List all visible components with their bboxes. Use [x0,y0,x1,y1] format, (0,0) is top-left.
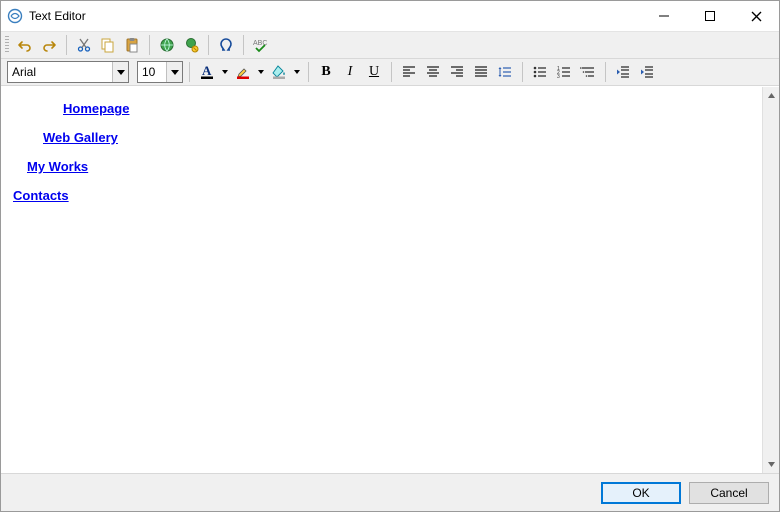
separator [189,62,190,82]
minimize-button[interactable] [641,1,687,31]
font-name-dropdown[interactable] [112,62,128,82]
maximize-button[interactable] [687,1,733,31]
toolbar-grip [5,36,9,54]
link-web-gallery[interactable]: Web Gallery [43,130,118,145]
window: Text Editor [0,0,780,512]
cancel-button[interactable]: Cancel [689,482,769,504]
outdent-button[interactable] [612,61,634,83]
content-area: Homepage Web Gallery My Works Contacts [1,86,779,473]
link-contacts[interactable]: Contacts [13,188,69,203]
separator [243,35,244,55]
window-title: Text Editor [29,9,641,23]
cut-button[interactable] [73,34,95,56]
editor-body[interactable]: Homepage Web Gallery My Works Contacts [1,87,762,473]
font-size-dropdown[interactable] [166,62,182,82]
app-icon [7,8,23,24]
separator [308,62,309,82]
redo-button[interactable] [38,34,60,56]
separator [605,62,606,82]
titlebar: Text Editor [1,1,779,31]
paste-button[interactable] [121,34,143,56]
number-list-button[interactable]: 123 [553,61,575,83]
align-center-button[interactable] [422,61,444,83]
vertical-scrollbar[interactable] [762,87,779,473]
fill-button[interactable] [268,61,290,83]
web-button[interactable] [156,34,178,56]
scroll-up-icon[interactable] [763,87,779,104]
close-button[interactable] [733,1,779,31]
indent-button[interactable] [636,61,658,83]
scroll-down-icon[interactable] [763,456,779,473]
spellcheck-button[interactable]: ABC [250,34,272,56]
highlight-button[interactable] [232,61,254,83]
separator [208,35,209,55]
font-size-combo[interactable] [137,61,183,83]
bold-button[interactable]: B [315,61,337,83]
font-name-combo[interactable] [7,61,129,83]
font-size-input[interactable] [138,62,166,82]
window-controls [641,1,779,31]
copy-button[interactable] [97,34,119,56]
bullet-list-button[interactable] [529,61,551,83]
link-my-works[interactable]: My Works [27,159,88,174]
svg-text:A: A [202,64,212,78]
dialog-footer: OK Cancel [1,473,779,511]
font-name-input[interactable] [8,62,112,82]
toolbar-main: ABC [1,31,779,59]
align-justify-button[interactable] [470,61,492,83]
scroll-track[interactable] [763,104,779,456]
symbol-button[interactable] [215,34,237,56]
fill-dropdown[interactable] [292,61,302,83]
font-color-dropdown[interactable] [220,61,230,83]
separator [66,35,67,55]
align-right-button[interactable] [446,61,468,83]
align-left-button[interactable] [398,61,420,83]
underline-button[interactable]: U [363,61,385,83]
separator [149,35,150,55]
undo-button[interactable] [14,34,36,56]
toolbar-format: A B I U [1,59,779,86]
line-spacing-button[interactable] [494,61,516,83]
ok-button[interactable]: OK [601,482,681,504]
svg-text:3: 3 [557,74,560,80]
highlight-dropdown[interactable] [256,61,266,83]
link-homepage[interactable]: Homepage [63,101,129,116]
link-button[interactable] [180,34,202,56]
italic-button[interactable]: I [339,61,361,83]
font-color-button[interactable]: A [196,61,218,83]
separator [391,62,392,82]
multilevel-list-button[interactable] [577,61,599,83]
separator [522,62,523,82]
